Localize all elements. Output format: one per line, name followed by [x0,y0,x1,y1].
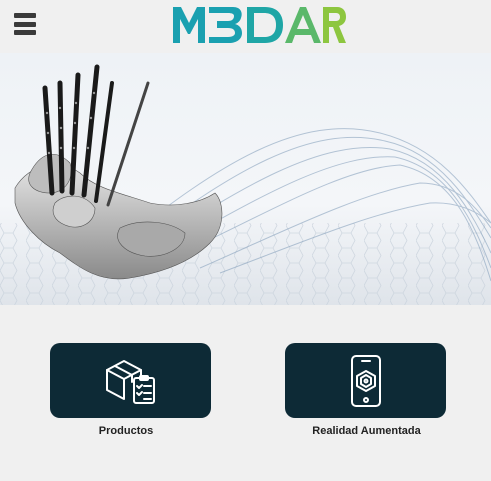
products-box-checklist-icon [105,359,155,404]
augmented-reality-label[interactable]: Realidad Aumentada [285,425,448,437]
ar-smartphone-icon [350,354,381,407]
hamburger-menu-icon[interactable] [14,13,36,35]
products-button[interactable] [50,343,211,418]
m3dar-logo [173,7,346,43]
augmented-reality-button[interactable] [285,343,446,418]
app-header [0,0,491,52]
products-label[interactable]: Productos [50,425,202,437]
hero-banner-image [0,53,491,305]
